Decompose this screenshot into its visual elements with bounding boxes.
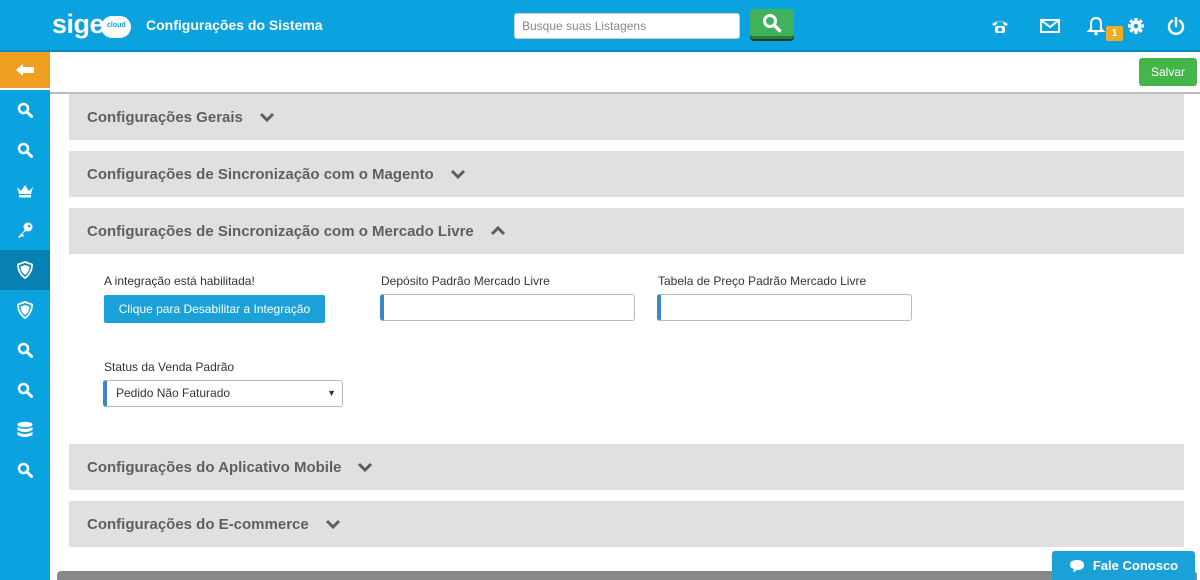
shield-icon xyxy=(17,261,33,279)
search-icon xyxy=(763,13,782,32)
search-input[interactable] xyxy=(514,13,740,39)
horizontal-scrollbar[interactable] xyxy=(57,571,1197,580)
chevron-up-icon xyxy=(490,226,506,236)
chevron-down-icon xyxy=(259,112,275,122)
section-ecommerce-header[interactable]: Configurações do E-commerce xyxy=(69,501,1184,547)
gear-icon[interactable] xyxy=(1124,14,1148,38)
sidebar-item-shield[interactable] xyxy=(0,290,50,330)
section-title: Configurações de Sincronização com o Mag… xyxy=(87,165,434,183)
sale-status-value: Pedido Não Faturado xyxy=(116,386,231,400)
save-button[interactable]: Salvar xyxy=(1139,58,1197,86)
action-bar: Salvar xyxy=(50,52,1200,94)
search-icon xyxy=(17,342,33,358)
section-general-header[interactable]: Configurações Gerais xyxy=(69,94,1184,140)
top-bar: sige cloud Configurações do Sistema 1 xyxy=(0,0,1200,52)
search-icon xyxy=(17,462,33,478)
sidebar xyxy=(0,52,50,580)
sidebar-item-search-4[interactable] xyxy=(0,370,50,410)
chat-label: Fale Conosco xyxy=(1092,558,1179,573)
section-mercado-livre-body: A integração está habilitada! Clique par… xyxy=(69,254,1184,444)
settings-panel: Configurações Gerais Configurações de Si… xyxy=(69,94,1184,547)
page-title: Configurações do Sistema xyxy=(146,17,323,33)
bell-icon[interactable] xyxy=(1084,14,1108,38)
sidebar-item-shield-active[interactable] xyxy=(0,250,50,290)
section-mobile-header[interactable]: Configurações do Aplicativo Mobile xyxy=(69,444,1184,490)
crown-icon xyxy=(17,185,33,198)
sidebar-item-crown[interactable] xyxy=(0,170,50,210)
sale-status-label: Status da Venda Padrão xyxy=(104,360,235,374)
search-icon xyxy=(17,382,33,398)
sidebar-back-button[interactable] xyxy=(0,52,50,90)
key-icon xyxy=(18,222,33,238)
chevron-down-icon xyxy=(357,462,373,472)
phone-icon[interactable] xyxy=(988,14,1012,38)
deposit-label: Depósito Padrão Mercado Livre xyxy=(381,274,550,288)
shield-icon xyxy=(17,301,33,319)
notification-badge: 1 xyxy=(1106,26,1123,41)
logo-cloud-icon: cloud xyxy=(101,16,132,38)
chat-button[interactable]: Fale Conosco xyxy=(1052,551,1195,580)
sidebar-item-database[interactable] xyxy=(0,410,50,450)
sidebar-item-key[interactable] xyxy=(0,210,50,250)
search-icon xyxy=(17,102,33,118)
deposit-field[interactable] xyxy=(380,294,635,321)
section-title: Configurações do Aplicativo Mobile xyxy=(87,458,342,476)
sidebar-item-search-3[interactable] xyxy=(0,330,50,370)
logo-text: sige xyxy=(52,9,105,39)
price-table-label: Tabela de Preço Padrão Mercado Livre xyxy=(658,274,867,288)
section-magento-header[interactable]: Configurações de Sincronização com o Mag… xyxy=(69,151,1184,197)
section-title: Configurações Gerais xyxy=(87,108,243,126)
sale-status-select[interactable]: Pedido Não Faturado ▼ xyxy=(103,380,343,407)
power-icon[interactable] xyxy=(1164,14,1188,38)
mail-icon[interactable] xyxy=(1038,14,1062,38)
chevron-down-icon xyxy=(325,519,341,529)
sidebar-item-search-5[interactable] xyxy=(0,450,50,490)
chevron-down-icon xyxy=(450,169,466,179)
section-mercado-livre-header[interactable]: Configurações de Sincronização com o Mer… xyxy=(69,208,1184,254)
integration-status-text: A integração está habilitada! xyxy=(104,274,255,288)
caret-down-icon: ▼ xyxy=(327,388,336,398)
sidebar-item-search-2[interactable] xyxy=(0,130,50,170)
chat-bubble-icon xyxy=(1069,559,1084,572)
section-title: Configurações do E-commerce xyxy=(87,515,309,533)
logo[interactable]: sige cloud xyxy=(52,9,132,39)
disable-integration-button[interactable]: Clique para Desabilitar a Integração xyxy=(104,295,325,323)
price-table-field[interactable] xyxy=(657,294,912,321)
search-button[interactable] xyxy=(750,9,794,39)
database-icon xyxy=(17,421,33,437)
back-arrow-icon xyxy=(16,64,34,76)
sidebar-item-search-1[interactable] xyxy=(0,90,50,130)
search-icon xyxy=(17,142,33,158)
section-title: Configurações de Sincronização com o Mer… xyxy=(87,222,474,240)
